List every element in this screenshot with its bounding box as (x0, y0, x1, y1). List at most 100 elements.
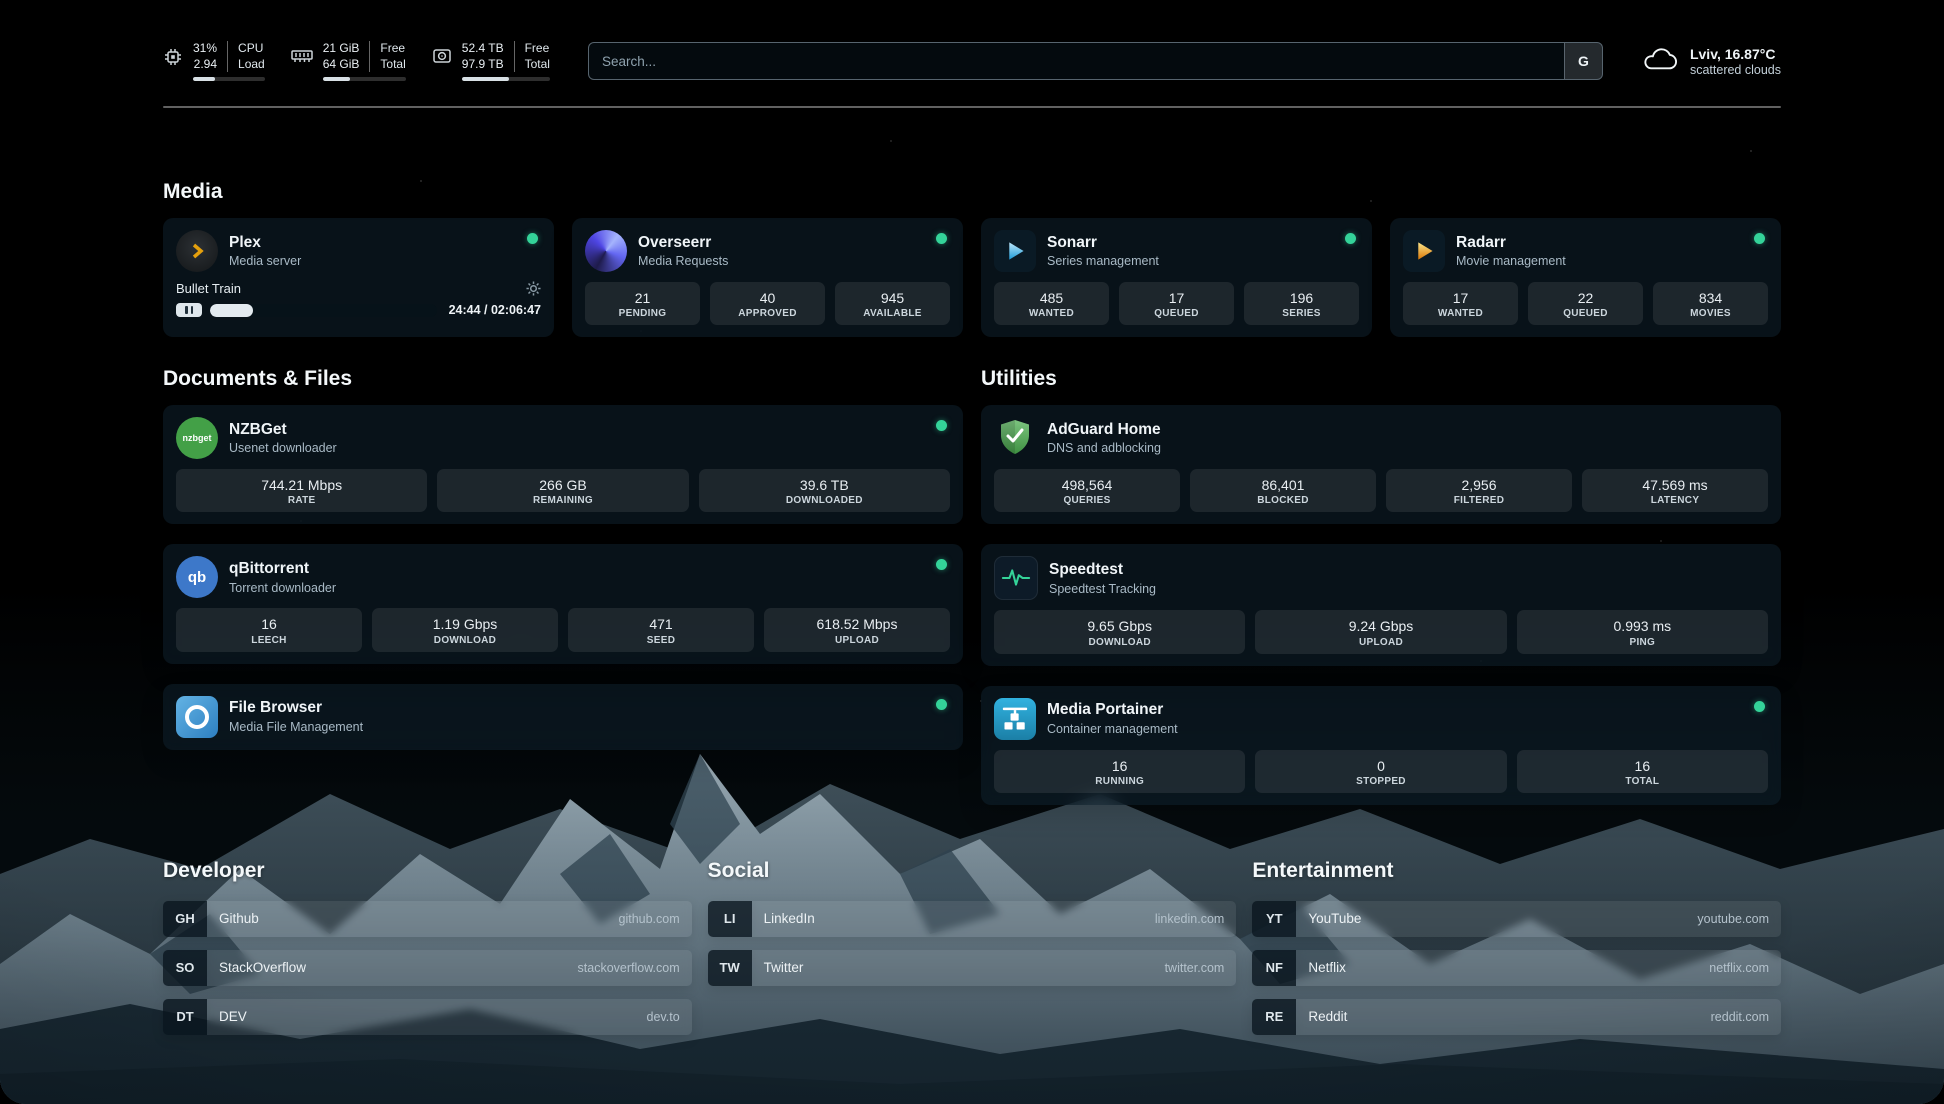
bookmarks-developer-heading: Developer (163, 859, 692, 883)
sonarr-card[interactable]: Sonarr Series management 485 WANTED 17 Q… (981, 218, 1372, 337)
stat-label: DOWNLOAD (376, 635, 554, 646)
stat-value: 22 (1532, 289, 1639, 307)
stat-box: 21 PENDING (585, 282, 700, 325)
stat-label: QUEUED (1532, 308, 1639, 319)
qbittorrent-status-dot (936, 559, 947, 570)
bookmarks: Developer GH Github github.com SO StackO… (163, 859, 1781, 1048)
bookmark-dev[interactable]: DT DEV dev.to (163, 999, 692, 1035)
qbittorrent-icon: qb (176, 556, 218, 598)
memory-widget: 21 GiB 64 GiB Free Total (291, 41, 406, 81)
bookmark-netflix[interactable]: NF Netflix netflix.com (1252, 950, 1781, 986)
filebrowser-status-dot (936, 699, 947, 710)
nzbget-card[interactable]: nzbget NZBGet Usenet downloader 744.21 M… (163, 405, 963, 524)
stat-label: REMAINING (441, 495, 684, 506)
bookmark-body: YouTube youtube.com (1296, 901, 1781, 937)
stat-label: LATENCY (1586, 495, 1764, 506)
bookmark-name: Twitter (764, 960, 804, 975)
overseerr-title: Overseerr (638, 234, 728, 253)
bookmark-twitter[interactable]: TW Twitter twitter.com (708, 950, 1237, 986)
bookmark-github[interactable]: GH Github github.com (163, 901, 692, 937)
stat-box: 834 MOVIES (1653, 282, 1768, 325)
stat-value: 485 (998, 289, 1105, 307)
adguard-title: AdGuard Home (1047, 421, 1161, 440)
disk-total-value: 97.9 TB (462, 57, 504, 73)
disk-free-label: Free (525, 41, 550, 57)
cpu-load-label: Load (238, 57, 265, 73)
sonarr-card-header: Sonarr Series management (994, 230, 1359, 272)
bookmark-body: Twitter twitter.com (752, 950, 1237, 986)
overseerr-subtitle: Media Requests (638, 254, 728, 268)
bookmark-abbr: TW (708, 950, 752, 986)
cpu-progress-bar (193, 77, 265, 81)
stat-label: LEECH (180, 635, 358, 646)
radarr-status-dot (1754, 233, 1765, 244)
nzbget-subtitle: Usenet downloader (229, 441, 337, 455)
stat-label: WANTED (998, 308, 1105, 319)
stat-value: 618.52 Mbps (768, 615, 946, 633)
stat-value: 40 (714, 289, 821, 307)
dashboard: 31% 2.94 CPU Load (0, 0, 1944, 1104)
radarr-icon (1403, 230, 1445, 272)
stat-value: 2,956 (1390, 476, 1568, 494)
bookmark-linkedin[interactable]: LI LinkedIn linkedin.com (708, 901, 1237, 937)
qbittorrent-card[interactable]: qb qBittorrent Torrent downloader 16 LEE… (163, 544, 963, 663)
bookmark-name: LinkedIn (764, 911, 815, 926)
bookmark-name: Netflix (1308, 960, 1346, 975)
stat-value: 21 (589, 289, 696, 307)
stat-box: 618.52 Mbps UPLOAD (764, 608, 950, 651)
bookmark-body: StackOverflow stackoverflow.com (207, 950, 692, 986)
memory-stats: 21 GiB 64 GiB Free Total (323, 41, 406, 81)
bookmark-url: youtube.com (1697, 912, 1769, 926)
filebrowser-card[interactable]: File Browser Media File Management (163, 684, 963, 750)
stat-box: 9.65 Gbps DOWNLOAD (994, 610, 1245, 653)
disk-widget: 52.4 TB 97.9 TB Free Total (432, 41, 550, 81)
speedtest-meta: Speedtest Speedtest Tracking (1049, 561, 1156, 596)
stat-value: 498,564 (998, 476, 1176, 494)
bookmark-stackoverflow[interactable]: SO StackOverflow stackoverflow.com (163, 950, 692, 986)
stat-label: TOTAL (1521, 776, 1764, 787)
bookmark-body: LinkedIn linkedin.com (752, 901, 1237, 937)
bookmark-body: Netflix netflix.com (1296, 950, 1781, 986)
stat-box: 485 WANTED (994, 282, 1109, 325)
memory-total-value: 64 GiB (323, 57, 360, 73)
nzbget-title: NZBGet (229, 421, 337, 440)
plex-icon (176, 230, 218, 272)
stat-box: 40 APPROVED (710, 282, 825, 325)
filebrowser-icon (176, 696, 218, 738)
topbar-divider (163, 106, 1781, 108)
sonarr-subtitle: Series management (1047, 254, 1159, 268)
search-provider-button[interactable]: G (1564, 43, 1602, 79)
plex-card[interactable]: Plex Media server Bullet Train (163, 218, 554, 337)
stat-box: 17 QUEUED (1119, 282, 1234, 325)
radarr-card[interactable]: Radarr Movie management 17 WANTED 22 QUE… (1390, 218, 1781, 337)
sonarr-title: Sonarr (1047, 234, 1159, 253)
stat-box: 22 QUEUED (1528, 282, 1643, 325)
portainer-title: Media Portainer (1047, 701, 1178, 720)
stat-value: 0.993 ms (1521, 617, 1764, 635)
overseerr-status-dot (936, 233, 947, 244)
pause-button[interactable] (176, 303, 202, 317)
bookmark-youtube[interactable]: YT YouTube youtube.com (1252, 901, 1781, 937)
plex-progress-bar[interactable] (210, 304, 437, 317)
stat-box: 744.21 Mbps RATE (176, 469, 427, 512)
cpu-widget: 31% 2.94 CPU Load (163, 41, 265, 81)
stat-label: DOWNLOAD (998, 637, 1241, 648)
stat-value: 16 (998, 757, 1241, 775)
speedtest-icon (994, 556, 1038, 600)
overseerr-card[interactable]: Overseerr Media Requests 21 PENDING 40 A… (572, 218, 963, 337)
adguard-card[interactable]: AdGuard Home DNS and adblocking 498,564 … (981, 405, 1781, 524)
settings-gear-icon[interactable] (526, 281, 541, 296)
stat-value: 744.21 Mbps (180, 476, 423, 494)
bookmark-abbr: SO (163, 950, 207, 986)
stat-value: 196 (1248, 289, 1355, 307)
bookmark-reddit[interactable]: RE Reddit reddit.com (1252, 999, 1781, 1035)
portainer-card[interactable]: Media Portainer Container management 16 … (981, 686, 1781, 805)
section-utilities-heading: Utilities (981, 367, 1781, 391)
cpu-stats: 31% 2.94 CPU Load (193, 41, 265, 81)
bookmark-url: twitter.com (1165, 961, 1225, 975)
search-input[interactable] (589, 43, 1564, 79)
bookmark-url: reddit.com (1711, 1010, 1769, 1024)
stat-box: 47.569 ms LATENCY (1582, 469, 1768, 512)
speedtest-card[interactable]: Speedtest Speedtest Tracking 9.65 Gbps D… (981, 544, 1781, 665)
bookmarks-entertainment-heading: Entertainment (1252, 859, 1781, 883)
